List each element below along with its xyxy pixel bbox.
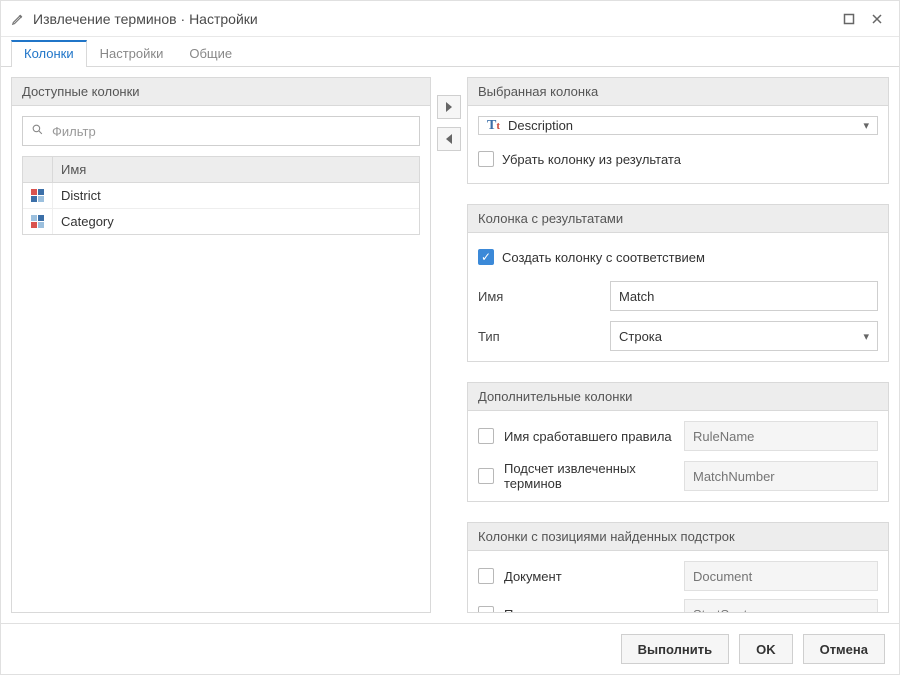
maximize-button[interactable] (835, 5, 863, 33)
selected-column-panel: Выбранная колонка Tt Description ▾ Убрат… (467, 77, 889, 184)
hide-column-checkbox[interactable] (478, 151, 494, 167)
match-count-checkbox[interactable] (478, 468, 494, 484)
run-button[interactable]: Выполнить (621, 634, 729, 664)
rule-name-input (684, 421, 878, 451)
column-name-header: Имя (53, 157, 419, 182)
match-count-label: Подсчет извлеченных терминов (504, 461, 674, 491)
rule-name-label: Имя сработавшего правила (504, 429, 674, 444)
selected-column-dropdown[interactable]: Tt Description ▾ (478, 116, 878, 135)
filter-input-wrap[interactable] (22, 116, 420, 146)
match-count-input (684, 461, 878, 491)
move-right-button[interactable] (437, 95, 461, 119)
filter-input[interactable] (50, 123, 411, 140)
start-sentence-input (684, 599, 878, 612)
tab-bar: Колонки Настройки Общие (1, 37, 899, 67)
data-type-icon (23, 209, 53, 234)
result-column-panel: Колонка с результатами Создать колонку с… (467, 204, 889, 362)
document-label: Документ (504, 569, 674, 584)
selected-column-value: Description (508, 118, 573, 133)
selected-column-title: Выбранная колонка (468, 78, 888, 106)
position-columns-scroll[interactable]: Документ Первое предложение Первый токен (468, 551, 888, 612)
table-row[interactable]: Category (23, 209, 419, 234)
result-column-title: Колонка с результатами (468, 205, 888, 233)
search-icon (31, 123, 44, 139)
document-checkbox[interactable] (478, 568, 494, 584)
tab-settings[interactable]: Настройки (87, 39, 177, 67)
text-type-icon: Tt (487, 117, 500, 134)
window-title: Извлечение терминов · Настройки (33, 11, 258, 27)
data-type-icon (23, 183, 53, 208)
match-type-label: Тип (478, 329, 598, 344)
column-icon-header (23, 157, 53, 182)
additional-columns-title: Дополнительные колонки (468, 383, 888, 411)
move-left-button[interactable] (437, 127, 461, 151)
column-name: Category (53, 209, 419, 234)
match-type-dropdown[interactable]: Строка ▾ (610, 321, 878, 351)
left-pane: Доступные колонки Имя (11, 77, 431, 613)
right-pane: Выбранная колонка Tt Description ▾ Убрат… (467, 77, 889, 613)
titlebar: Извлечение терминов · Настройки (1, 1, 899, 37)
document-input (684, 561, 878, 591)
dialog-footer: Выполнить OK Отмена (1, 623, 899, 674)
close-button[interactable] (863, 5, 891, 33)
dialog-window: Извлечение терминов · Настройки Колонки … (0, 0, 900, 675)
rule-name-checkbox[interactable] (478, 428, 494, 444)
tab-columns[interactable]: Колонки (11, 40, 87, 67)
tab-general[interactable]: Общие (176, 39, 245, 67)
cancel-button[interactable]: Отмена (803, 634, 885, 664)
table-row[interactable]: District (23, 183, 419, 209)
transfer-buttons (431, 77, 467, 613)
column-name: District (53, 183, 419, 208)
match-name-label: Имя (478, 289, 598, 304)
match-type-value: Строка (619, 329, 662, 344)
additional-columns-panel: Дополнительные колонки Имя сработавшего … (467, 382, 889, 502)
available-columns-title: Доступные колонки (12, 78, 430, 106)
chevron-down-icon: ▾ (863, 330, 869, 343)
position-columns-title: Колонки с позициями найденных подстрок (468, 523, 888, 551)
ok-button[interactable]: OK (739, 634, 793, 664)
create-match-column-label: Создать колонку с соответствием (502, 250, 878, 265)
chevron-down-icon: ▾ (863, 119, 869, 132)
start-sentence-label: Первое предложение (504, 607, 674, 613)
available-columns-panel: Доступные колонки Имя (11, 77, 431, 613)
pencil-icon (9, 12, 27, 26)
hide-column-label: Убрать колонку из результата (502, 152, 878, 167)
create-match-column-checkbox[interactable] (478, 249, 494, 265)
start-sentence-checkbox[interactable] (478, 606, 494, 612)
available-columns-table: Имя District Category (22, 156, 420, 235)
match-name-input[interactable] (610, 281, 878, 311)
dialog-body: Доступные колонки Имя (1, 67, 899, 623)
position-columns-panel: Колонки с позициями найденных подстрок Д… (467, 522, 889, 613)
